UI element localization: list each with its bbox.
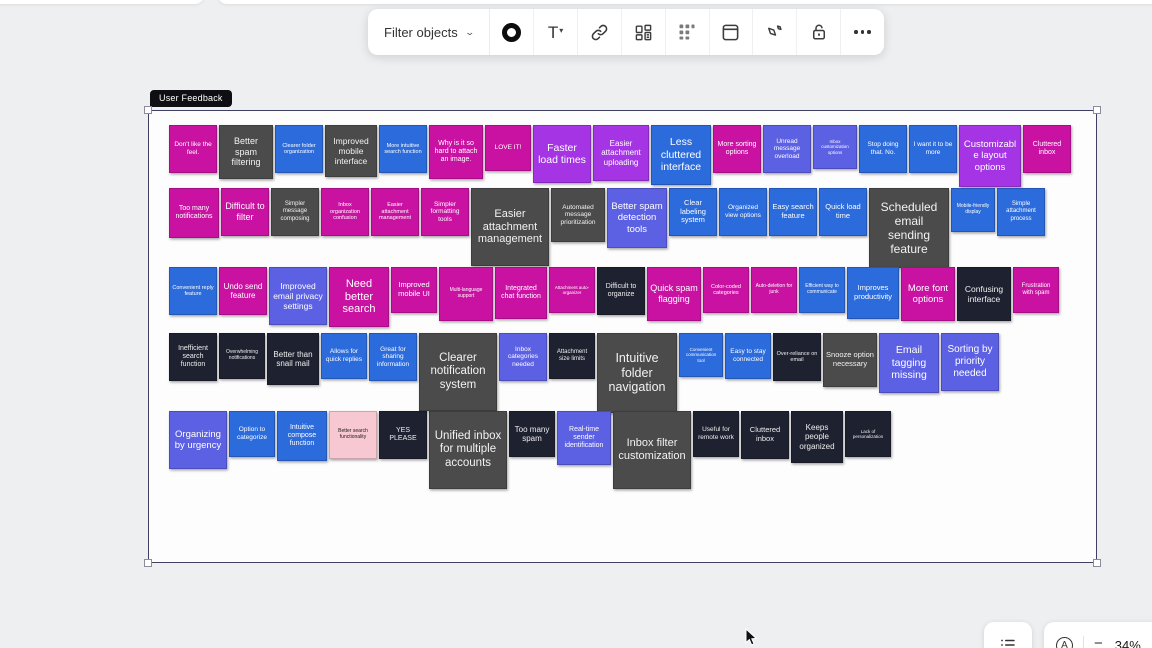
- sticky-note[interactable]: Keeps people organized: [791, 411, 843, 463]
- sticky-note[interactable]: Better search functionality: [329, 411, 377, 459]
- sticky-note[interactable]: More sorting options: [713, 125, 761, 173]
- sticky-note[interactable]: Organizing by urgency: [169, 411, 227, 469]
- sticky-note[interactable]: Convenient communication tool: [679, 333, 723, 377]
- sticky-note[interactable]: Quick load time: [819, 188, 867, 236]
- sticky-note[interactable]: More intuitive search function: [379, 125, 427, 173]
- sticky-note[interactable]: Unread message overload: [763, 125, 811, 173]
- note-row: Inefficient search functionOverwhelming …: [169, 333, 999, 413]
- selection-handle-bottom-left[interactable]: [144, 559, 152, 567]
- sticky-note[interactable]: Unified inbox for multiple accounts: [429, 411, 507, 489]
- sticky-note[interactable]: Better spam detection tools: [607, 188, 667, 248]
- sticky-note[interactable]: Easier attachment uploading: [593, 125, 649, 181]
- sticky-note[interactable]: Overwhelming notifications: [219, 333, 265, 379]
- sticky-note[interactable]: Clearer folder organization: [275, 125, 323, 173]
- sticky-note[interactable]: Inbox customization options: [813, 125, 857, 169]
- sticky-note[interactable]: Email tagging missing: [879, 333, 939, 393]
- sticky-note[interactable]: Customizable layout options: [959, 125, 1021, 187]
- zoom-level-value[interactable]: 34%: [1115, 638, 1141, 648]
- sticky-note[interactable]: Auto-deletion for junk: [751, 267, 797, 313]
- sticky-note[interactable]: Need better search: [329, 267, 389, 327]
- sticky-note[interactable]: Option to categorize: [229, 411, 275, 457]
- sticky-note[interactable]: Better spam filtering: [219, 125, 273, 179]
- sticky-note[interactable]: Organized view options: [719, 188, 767, 236]
- sticky-note[interactable]: Inbox filter customization: [613, 411, 691, 489]
- sticky-note[interactable]: Clearer notification system: [419, 333, 497, 411]
- sticky-note[interactable]: Scheduled email sending feature: [869, 188, 949, 268]
- sticky-note[interactable]: Integrated chat function: [495, 267, 547, 319]
- list-icon: [999, 636, 1017, 648]
- sticky-note[interactable]: Useful for remote work: [693, 411, 739, 457]
- sticky-note[interactable]: Improved mobile interface: [325, 125, 377, 177]
- sticky-note[interactable]: Attachment size limits: [549, 333, 595, 379]
- sticky-note[interactable]: Easier attachment management: [371, 188, 419, 236]
- sticky-note[interactable]: Great for sharing information: [369, 333, 417, 381]
- selection-handle-top-right[interactable]: [1093, 106, 1101, 114]
- sticky-note[interactable]: Real-time sender identification: [557, 411, 611, 465]
- sticky-note[interactable]: Lack of personalization: [845, 411, 891, 457]
- whiteboard-canvas[interactable]: User Feedback Don't like the feel.Better…: [0, 0, 1152, 648]
- sticky-note[interactable]: Intuitive compose function: [277, 411, 327, 461]
- sticky-note[interactable]: Improved email privacy settings: [269, 267, 327, 325]
- author-badge-icon[interactable]: A: [1056, 637, 1073, 648]
- sticky-note[interactable]: Why is it so hard to attach an image.: [429, 125, 483, 179]
- sticky-note[interactable]: Efficient way to communicate: [799, 267, 845, 313]
- sticky-note[interactable]: Inbox categories needed: [499, 333, 547, 381]
- sticky-note[interactable]: Automated message prioritization: [551, 188, 605, 242]
- sticky-note[interactable]: Better than snail mail: [267, 333, 319, 385]
- sticky-note[interactable]: Clear labeling system: [669, 188, 717, 236]
- sticky-note[interactable]: Multi-language support: [439, 267, 493, 321]
- sticky-note[interactable]: Simple attachment process: [997, 188, 1045, 236]
- sticky-note[interactable]: Don't like the feel.: [169, 125, 217, 173]
- zoom-out-button[interactable]: −: [1094, 635, 1103, 648]
- sticky-note[interactable]: Undo send feature: [219, 267, 267, 315]
- sticky-note[interactable]: Improved mobile UI: [391, 267, 437, 313]
- sticky-note[interactable]: YES PLEASE: [379, 411, 427, 459]
- sticky-note[interactable]: Quick spam flagging: [647, 267, 701, 321]
- sticky-note[interactable]: Over-reliance on email: [773, 333, 821, 381]
- sticky-note[interactable]: Too many spam: [509, 411, 555, 457]
- sticky-note[interactable]: Cluttered inbox: [741, 411, 789, 459]
- sticky-note[interactable]: More font options: [901, 267, 955, 321]
- sticky-note[interactable]: Convenient reply feature: [169, 267, 217, 315]
- note-row: Convenient reply featureUndo send featur…: [169, 267, 1059, 327]
- selection-handle-bottom-right[interactable]: [1093, 559, 1101, 567]
- sticky-note[interactable]: Faster load times: [533, 125, 591, 183]
- sticky-note[interactable]: Stop doing that. No.: [859, 125, 907, 173]
- sticky-note[interactable]: Difficult to organize: [597, 267, 645, 315]
- sticky-note[interactable]: Mobile-friendly display: [951, 188, 995, 232]
- divider: [1083, 636, 1084, 648]
- sticky-note[interactable]: Simpler message composing: [271, 188, 319, 236]
- sticky-note[interactable]: Intuitive folder navigation: [597, 333, 677, 413]
- sticky-note[interactable]: Frustration with spam: [1013, 267, 1059, 313]
- sticky-note[interactable]: LOVE IT!: [485, 125, 531, 171]
- note-row: Organizing by urgencyOption to categoriz…: [169, 411, 891, 489]
- sticky-note[interactable]: Cluttered inbox: [1023, 125, 1071, 173]
- note-row: Too many notificationsDifficult to filte…: [169, 188, 1045, 268]
- frame-title-label[interactable]: User Feedback: [150, 90, 232, 107]
- sticky-note[interactable]: I want it to be more: [909, 125, 957, 173]
- sticky-note[interactable]: Easy search feature: [769, 188, 817, 236]
- selection-handle-top-left[interactable]: [144, 106, 152, 114]
- author-letter: A: [1061, 640, 1068, 648]
- zoom-controls-panel: A − 34%: [1044, 622, 1152, 648]
- notes-list-panel[interactable]: [984, 622, 1032, 648]
- sticky-note[interactable]: Confusing interface: [957, 267, 1011, 321]
- sticky-note[interactable]: Less cluttered interface: [651, 125, 711, 185]
- sticky-note[interactable]: Sorting by priority needed: [941, 333, 999, 391]
- frame-canvas[interactable]: Don't like the feel.Better spam filterin…: [148, 110, 1097, 563]
- sticky-note[interactable]: Too many notifications: [169, 188, 219, 238]
- sticky-note[interactable]: Easy to stay connected: [725, 333, 771, 379]
- sticky-note[interactable]: Color-coded categories: [703, 267, 749, 313]
- note-row: Don't like the feel.Better spam filterin…: [169, 125, 1071, 187]
- sticky-note[interactable]: Difficult to filter: [221, 188, 269, 236]
- sticky-note[interactable]: Easier attachment management: [471, 188, 549, 266]
- sticky-note[interactable]: Allows for quick replies: [321, 333, 367, 379]
- sticky-note[interactable]: Snooze option necessary: [823, 333, 877, 387]
- sticky-note[interactable]: Inbox organization confusion: [321, 188, 369, 236]
- sticky-note[interactable]: Attachment auto-organizer: [549, 267, 595, 313]
- sticky-note[interactable]: Inefficient search function: [169, 333, 217, 381]
- sticky-note[interactable]: Simpler formatting tools: [421, 188, 469, 236]
- sticky-note[interactable]: Improves productivity: [847, 267, 899, 319]
